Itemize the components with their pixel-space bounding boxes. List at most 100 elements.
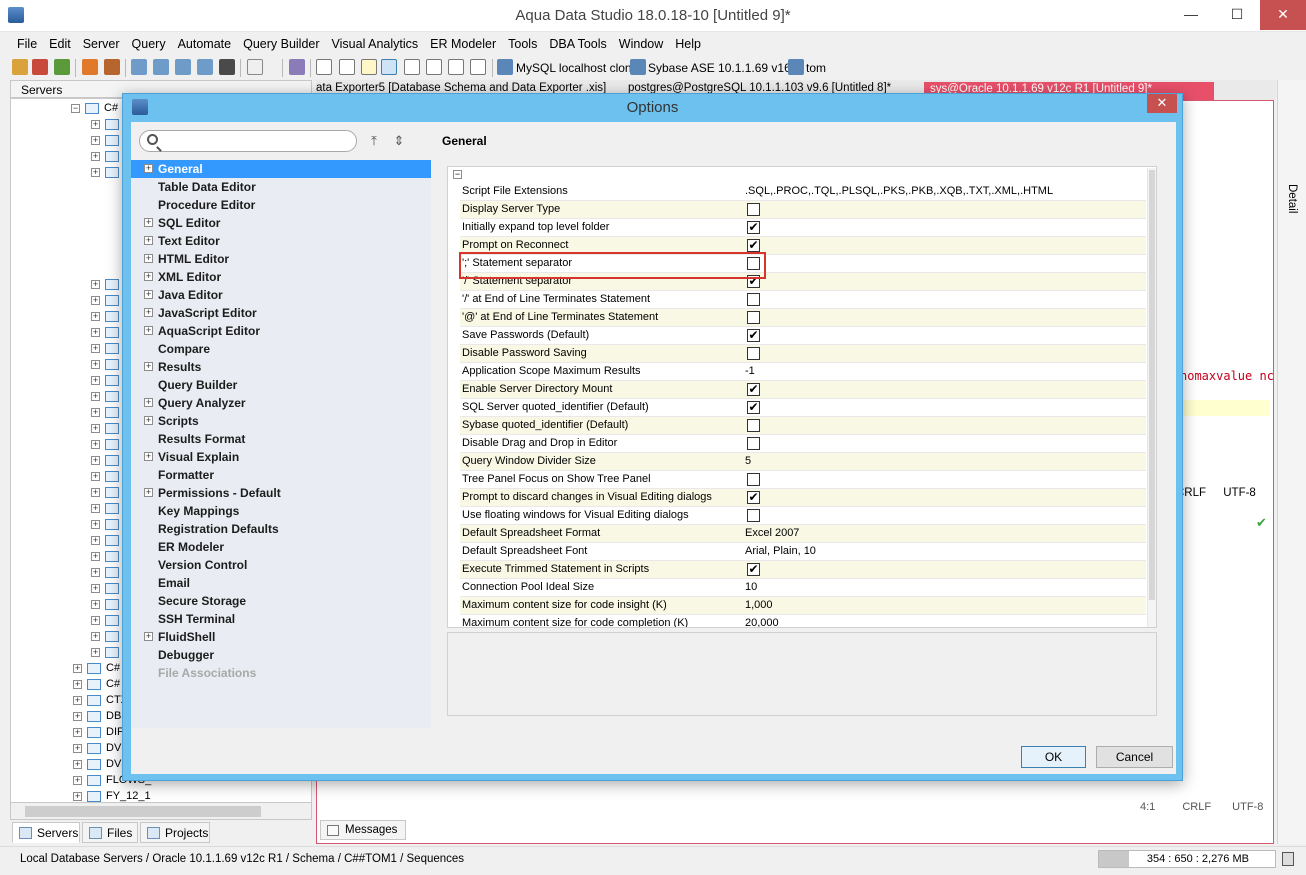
- nav-item-javascript-editor[interactable]: + JavaScript Editor: [131, 304, 431, 322]
- nav-item-ssh-terminal[interactable]: SSH Terminal: [131, 610, 431, 628]
- menu-help[interactable]: Help: [669, 34, 707, 51]
- nav-item-scripts[interactable]: + Scripts: [131, 412, 431, 430]
- minimize-button[interactable]: —: [1168, 0, 1214, 30]
- expand-icon[interactable]: +: [91, 136, 100, 145]
- form-icon[interactable]: [448, 59, 464, 75]
- property-row[interactable]: Script File Extensions .SQL,.PROC,.TQL,.P…: [460, 183, 1146, 201]
- property-checkbox[interactable]: [747, 347, 760, 360]
- collapse-icon[interactable]: −: [71, 104, 80, 113]
- expand-icon[interactable]: +: [91, 504, 100, 513]
- nav-item-fluidshell[interactable]: + FluidShell: [131, 628, 431, 646]
- expand-icon[interactable]: +: [144, 326, 153, 335]
- collapse-group-icon[interactable]: −: [453, 170, 462, 179]
- property-row[interactable]: Use floating windows for Visual Editing …: [460, 507, 1146, 525]
- nav-item-html-editor[interactable]: + HTML Editor: [131, 250, 431, 268]
- expand-icon[interactable]: +: [73, 680, 82, 689]
- expand-icon[interactable]: +: [144, 272, 153, 281]
- nav-item-query-analyzer[interactable]: + Query Analyzer: [131, 394, 431, 412]
- expand-icon[interactable]: +: [91, 344, 100, 353]
- maximize-button[interactable]: ☐: [1214, 0, 1260, 30]
- property-row[interactable]: Tree Panel Focus on Show Tree Panel: [460, 471, 1146, 489]
- expand-icon[interactable]: +: [91, 552, 100, 561]
- options-search-input[interactable]: [166, 133, 350, 149]
- property-row[interactable]: Application Scope Maximum Results -1: [460, 363, 1146, 381]
- list-icon[interactable]: [426, 59, 442, 75]
- property-row[interactable]: Maximum content size for code completion…: [460, 615, 1146, 627]
- property-value[interactable]: .SQL,.PROC,.TQL,.PLSQL,.PKS,.PKB,.XQB,.T…: [745, 185, 1053, 197]
- menu-visual-analytics[interactable]: Visual Analytics: [326, 34, 425, 51]
- nav-item-procedure-editor[interactable]: Procedure Editor: [131, 196, 431, 214]
- query-window-icon[interactable]: [131, 59, 147, 75]
- expand-icon[interactable]: +: [91, 488, 100, 497]
- property-row[interactable]: Default Spreadsheet Font Arial, Plain, 10: [460, 543, 1146, 561]
- expand-icon[interactable]: +: [73, 760, 82, 769]
- menu-edit[interactable]: Edit: [43, 34, 77, 51]
- expand-icon[interactable]: +: [91, 280, 100, 289]
- compare-icon[interactable]: [197, 59, 213, 75]
- property-row[interactable]: Query Window Divider Size 5: [460, 453, 1146, 471]
- expand-icon[interactable]: +: [73, 792, 82, 801]
- property-checkbox[interactable]: [747, 419, 760, 432]
- script-icon[interactable]: [104, 59, 120, 75]
- expand-icon[interactable]: +: [91, 328, 100, 337]
- expand-icon[interactable]: +: [144, 452, 153, 461]
- expand-icon[interactable]: +: [91, 456, 100, 465]
- expand-icon[interactable]: +: [144, 416, 153, 425]
- expand-icon[interactable]: +: [91, 520, 100, 529]
- nav-item-sql-editor[interactable]: + SQL Editor: [131, 214, 431, 232]
- expand-icon[interactable]: +: [91, 312, 100, 321]
- grid-active-icon[interactable]: [381, 59, 397, 75]
- tab-projects[interactable]: Projects: [140, 822, 210, 843]
- expand-icon[interactable]: +: [144, 632, 153, 641]
- menu-tools[interactable]: Tools: [502, 34, 543, 51]
- expand-icon[interactable]: +: [91, 408, 100, 417]
- property-checkbox[interactable]: [747, 437, 760, 450]
- nav-item-formatter[interactable]: Formatter: [131, 466, 431, 484]
- nav-item-secure-storage[interactable]: Secure Storage: [131, 592, 431, 610]
- expand-icon[interactable]: +: [73, 696, 82, 705]
- nav-item-key-mappings[interactable]: Key Mappings: [131, 502, 431, 520]
- nav-item-permissions-default[interactable]: + Permissions - Default: [131, 484, 431, 502]
- menu-window[interactable]: Window: [613, 34, 669, 51]
- expand-icon[interactable]: +: [144, 236, 153, 245]
- nav-item-results[interactable]: + Results: [131, 358, 431, 376]
- tab-messages[interactable]: Messages: [320, 820, 406, 840]
- tab-servers[interactable]: Servers: [12, 822, 80, 843]
- nav-item-er-modeler[interactable]: ER Modeler: [131, 538, 431, 556]
- nav-item-registration-defaults[interactable]: Registration Defaults: [131, 520, 431, 538]
- nav-item-table-data-editor[interactable]: Table Data Editor: [131, 178, 431, 196]
- expand-icon[interactable]: +: [91, 568, 100, 577]
- expand-icon[interactable]: +: [91, 584, 100, 593]
- nav-item-compare[interactable]: Compare: [131, 340, 431, 358]
- property-row[interactable]: Prompt to discard changes in Visual Edit…: [460, 489, 1146, 507]
- menu-query[interactable]: Query: [126, 34, 172, 51]
- property-grid-scrollbar[interactable]: [1147, 168, 1156, 627]
- property-checkbox[interactable]: ✔: [747, 383, 760, 396]
- expand-icon[interactable]: +: [91, 600, 100, 609]
- expand-icon[interactable]: +: [73, 712, 82, 721]
- property-row[interactable]: SQL Server quoted_identifier (Default) ✔: [460, 399, 1146, 417]
- expand-all-icon[interactable]: ⤒: [367, 134, 381, 148]
- property-checkbox[interactable]: [747, 509, 760, 522]
- property-row[interactable]: Disable Drag and Drop in Editor: [460, 435, 1146, 453]
- property-row[interactable]: Maximum content size for code insight (K…: [460, 597, 1146, 615]
- property-row[interactable]: Save Passwords (Default) ✔: [460, 327, 1146, 345]
- expand-icon[interactable]: +: [91, 616, 100, 625]
- table-grid-icon[interactable]: [316, 59, 332, 75]
- property-checkbox[interactable]: ✔: [747, 221, 760, 234]
- menu-automate[interactable]: Automate: [172, 34, 238, 51]
- property-checkbox[interactable]: ✔: [747, 401, 760, 414]
- property-value[interactable]: -1: [745, 365, 755, 377]
- memory-indicator[interactable]: 354 : 650 : 2,276 MB: [1098, 850, 1276, 868]
- expand-icon[interactable]: +: [91, 632, 100, 641]
- property-row[interactable]: '/' at End of Line Terminates Statement: [460, 291, 1146, 309]
- ok-button[interactable]: OK: [1021, 746, 1086, 768]
- nav-item-version-control[interactable]: Version Control: [131, 556, 431, 574]
- nav-item-java-editor[interactable]: + Java Editor: [131, 286, 431, 304]
- property-checkbox[interactable]: [747, 311, 760, 324]
- menu-dba-tools[interactable]: DBA Tools: [543, 34, 612, 51]
- property-value[interactable]: 10: [745, 581, 757, 593]
- expand-icon[interactable]: +: [144, 398, 153, 407]
- expand-icon[interactable]: +: [91, 392, 100, 401]
- property-checkbox[interactable]: [747, 293, 760, 306]
